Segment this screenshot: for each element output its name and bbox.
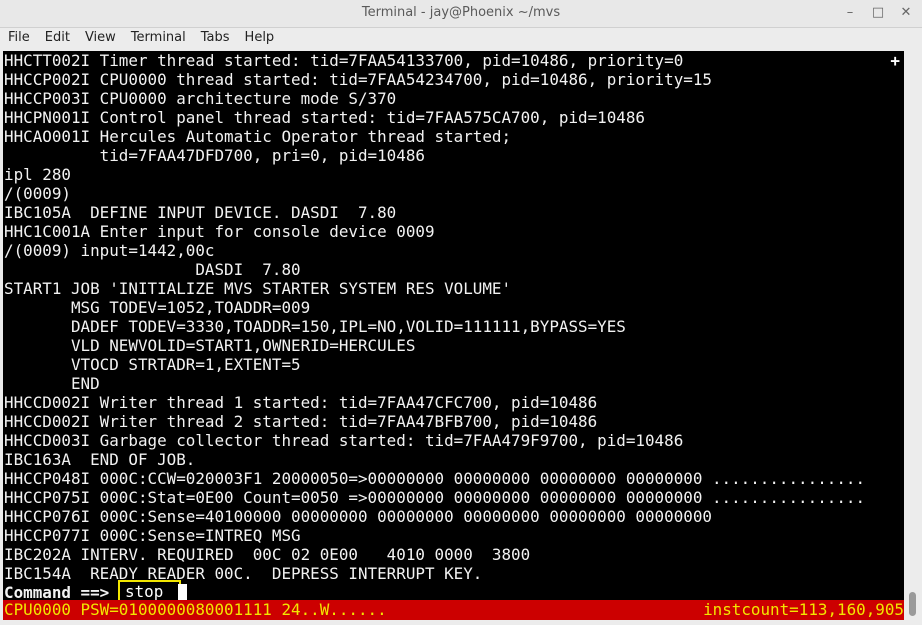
console-line: START1 JOB 'INITIALIZE MVS STARTER SYSTE…	[4, 279, 512, 298]
menu-view[interactable]: View	[77, 28, 123, 49]
console-line: ipl 280	[4, 165, 71, 184]
console-line: HHCCD003I Garbage collector thread start…	[4, 431, 684, 450]
minimize-icon[interactable]: –	[842, 4, 858, 22]
scrollbar-thumb[interactable]	[909, 592, 916, 616]
maximize-icon[interactable]: □	[870, 4, 886, 22]
console-line: IBC105A DEFINE INPUT DEVICE. DASDI 7.80	[4, 203, 397, 222]
close-icon[interactable]: ✕	[898, 4, 914, 22]
terminal-output[interactable]: HHCTT002I Timer thread started: tid=7FAA…	[3, 51, 904, 620]
terminal-window: Terminal - jay@Phoenix ~/mvs – □ ✕ File …	[0, 0, 922, 625]
psw-status: CPU0000 PSW=0100000080001111 24..W......	[4, 600, 387, 619]
menu-bar: File Edit View Terminal Tabs Help	[0, 28, 922, 49]
menu-help[interactable]: Help	[237, 28, 282, 49]
console-line: HHCCP076I 000C:Sense=40100000 00000000 0…	[4, 507, 712, 526]
title-bar[interactable]: Terminal - jay@Phoenix ~/mvs – □ ✕	[0, 0, 922, 28]
console-line: HHCCP075I 000C:Stat=0E00 Count=0050 =>00…	[4, 488, 866, 507]
console-line: HHCTT002I Timer thread started: tid=7FAA…	[4, 51, 684, 70]
console-line: VTOCD STRTADR=1,EXTENT=5	[4, 355, 301, 374]
console-line: HHCCP002I CPU0000 thread started: tid=7F…	[4, 70, 712, 89]
console-line: HHCCD002I Writer thread 2 started: tid=7…	[4, 412, 598, 431]
window-title: Terminal - jay@Phoenix ~/mvs	[361, 5, 561, 20]
console-line: HHCCP003I CPU0000 architecture mode S/37…	[4, 89, 397, 108]
console-line: HHCCD002I Writer thread 1 started: tid=7…	[4, 393, 598, 412]
cpu-status-bar: CPU0000 PSW=0100000080001111 24..W......…	[3, 600, 904, 620]
console-line: HHCCP077I 000C:Sense=INTREQ MSG	[4, 526, 301, 545]
console-line: IBC202A INTERV. REQUIRED 00C 02 0E00 401…	[4, 545, 531, 564]
console-line: tid=7FAA47DFD700, pri=0, pid=10486	[4, 146, 425, 165]
console-line: HHCAO001I Hercules Automatic Operator th…	[4, 127, 512, 146]
menu-edit[interactable]: Edit	[37, 28, 77, 49]
console-line: /(0009) input=1442,00c	[4, 241, 215, 260]
console-line: VLD NEWVOLID=START1,OWNERID=HERCULES	[4, 336, 416, 355]
instruction-count: instcount=113,160,905	[703, 600, 904, 619]
menu-terminal[interactable]: Terminal	[123, 28, 193, 49]
console-line: IBC154A READY READER 00C. DEPRESS INTERR…	[4, 564, 483, 583]
console-line: END	[4, 374, 100, 393]
console-line: HHCPN001I Control panel thread started: …	[4, 108, 645, 127]
console-line: HHC1C001A Enter input for console device…	[4, 222, 435, 241]
console-more-marker: +	[890, 51, 900, 70]
console-line: /(0009)	[4, 184, 71, 203]
menu-tabs[interactable]: Tabs	[193, 28, 237, 49]
console-line: DADEF TODEV=3330,TOADDR=150,IPL=NO,VOLID…	[4, 317, 626, 336]
console-line: DASDI 7.80	[4, 260, 301, 279]
vertical-scrollbar[interactable]	[904, 51, 922, 620]
menu-file[interactable]: File	[0, 28, 37, 49]
console-line: MSG TODEV=1052,TOADDR=009	[4, 298, 311, 317]
console-line: IBC163A END OF JOB.	[4, 450, 196, 469]
window-controls: – □ ✕	[842, 4, 914, 22]
console-line: HHCCP048I 000C:CCW=020003F1 20000050=>00…	[4, 469, 866, 488]
